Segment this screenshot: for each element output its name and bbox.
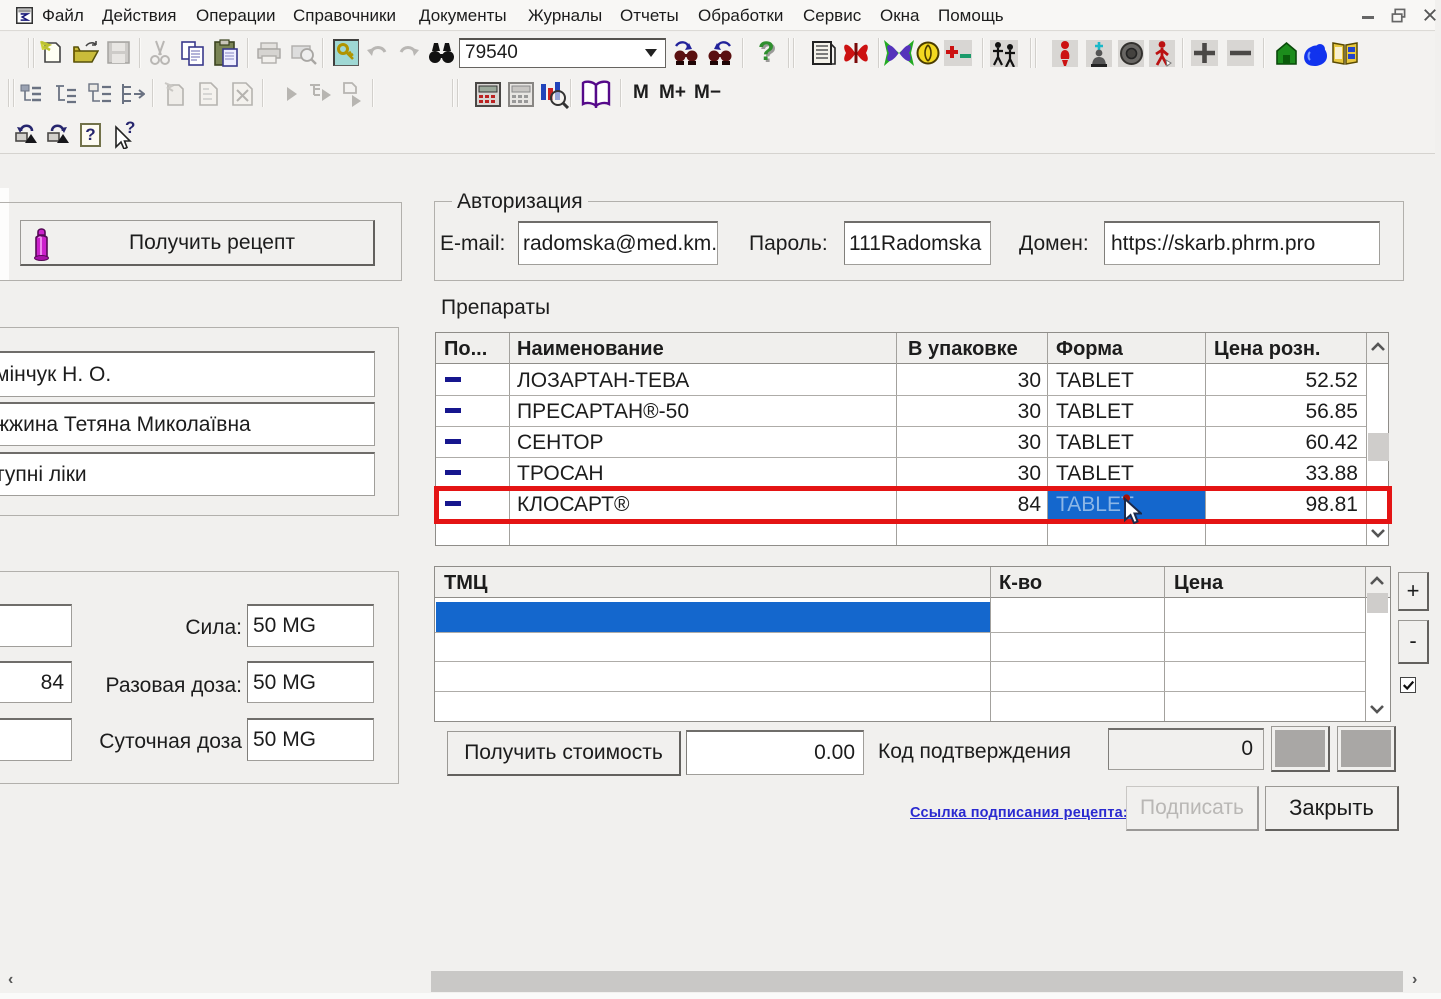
svg-text:?: ? [125,120,135,137]
